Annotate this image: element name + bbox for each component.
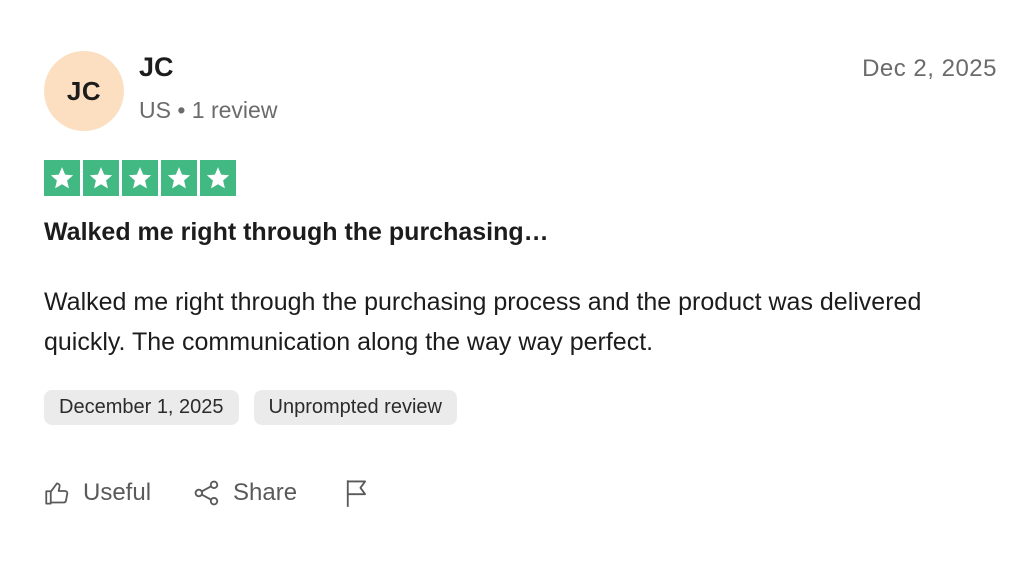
review-tags: December 1, 2025 Unprompted review bbox=[44, 390, 457, 425]
star-icon bbox=[122, 160, 158, 196]
review-card: JC JC US • 1 review Dec 2, 2025 Walked m… bbox=[0, 0, 1024, 581]
star-rating bbox=[44, 160, 236, 196]
share-label: Share bbox=[233, 479, 298, 506]
reviewer-meta: US • 1 review bbox=[139, 97, 278, 123]
star-icon bbox=[200, 160, 236, 196]
share-button[interactable]: Share bbox=[193, 479, 297, 507]
report-button[interactable] bbox=[343, 478, 371, 508]
experience-date-badge: December 1, 2025 bbox=[44, 390, 239, 425]
star-icon bbox=[44, 160, 80, 196]
review-date: Dec 2, 2025 bbox=[862, 55, 997, 82]
share-icon bbox=[193, 479, 221, 507]
review-type-badge[interactable]: Unprompted review bbox=[253, 390, 457, 425]
flag-icon bbox=[343, 478, 371, 508]
review-title: Walked me right through the purchasing… bbox=[44, 218, 549, 246]
star-icon bbox=[83, 160, 119, 196]
review-actions: Useful Share bbox=[44, 478, 371, 508]
reviewer-name[interactable]: JC bbox=[139, 52, 174, 83]
star-icon bbox=[161, 160, 197, 196]
thumbs-up-icon bbox=[44, 480, 71, 507]
useful-button[interactable]: Useful bbox=[44, 479, 151, 507]
review-body: Walked me right through the purchasing p… bbox=[44, 288, 922, 356]
avatar: JC bbox=[44, 51, 124, 131]
useful-label: Useful bbox=[83, 479, 152, 506]
